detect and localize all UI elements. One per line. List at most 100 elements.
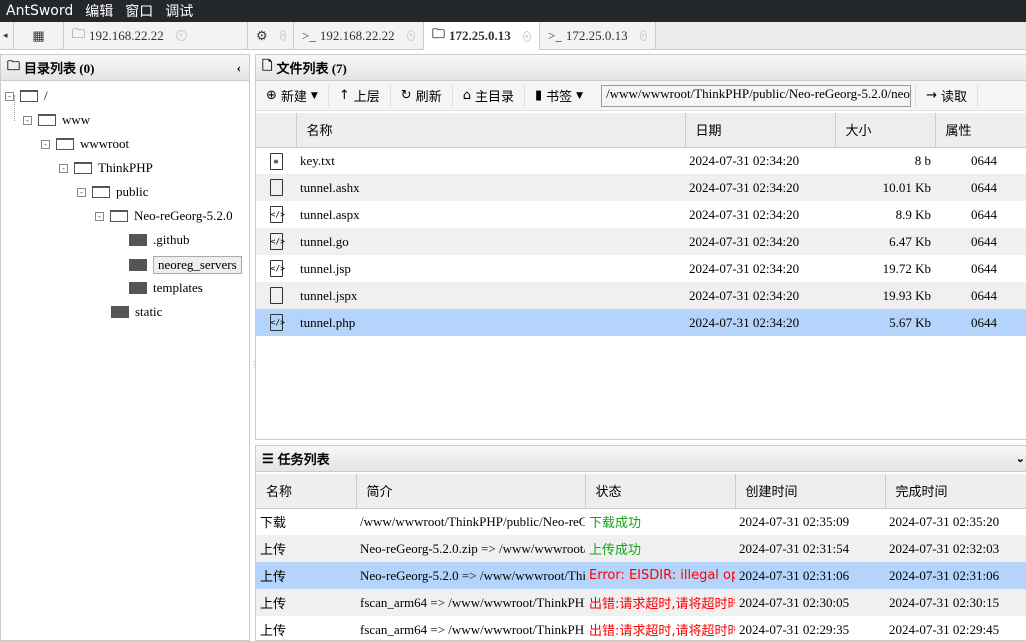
task-status: 出错:请求超时,请将超时时间 xyxy=(585,589,735,616)
task-desc: Neo-reGeorg-5.2.0 => /www/wwwroot/ThinkP… xyxy=(356,562,585,589)
task-status: 下载成功 xyxy=(589,516,642,532)
file-row[interactable]: </> tunnel.go 2024-07-31 02:34:20 6.47 K… xyxy=(256,228,1026,255)
task-panel: ☰ 任务列表 ⌄ 名称 简介 状态 创建时间 完成时间 下载 /www/wwwroo… xyxy=(255,445,1026,641)
file-perm: 0644 xyxy=(935,228,1026,255)
tab-home[interactable]: ▦ xyxy=(14,22,64,49)
tab-bar: ◂ ▦ 🗀 192.168.22.22 × ⚙ × >_ 192.168.22.22 × … xyxy=(0,22,1026,50)
folder-icon: 🗀 xyxy=(432,26,446,41)
collapse-button[interactable]: ‹ xyxy=(237,60,241,76)
file-name: tunnel.php xyxy=(296,309,685,336)
menu-edit[interactable]: 编辑 xyxy=(79,1,119,21)
task-created: 2024-07-31 02:29:35 xyxy=(739,621,850,637)
tab-terminal-172[interactable]: >_ 172.25.0.13 × xyxy=(540,22,656,49)
tab-label: 172.25.0.13 xyxy=(449,28,511,43)
tree-label: static xyxy=(135,304,163,319)
tree-node-neoreg-servers[interactable]: neoreg_servers xyxy=(129,256,242,274)
tree-node-github[interactable]: .github xyxy=(129,232,189,248)
bookmark-button[interactable]: ▮ 书签 ▼ xyxy=(525,86,593,106)
folder-open-icon xyxy=(92,186,110,198)
tree-node-templates[interactable]: templates xyxy=(129,280,203,296)
menu-window[interactable]: 窗口 xyxy=(119,1,159,21)
column-size[interactable]: 大小 xyxy=(835,113,936,148)
file-name: tunnel.jsp xyxy=(300,260,351,276)
refresh-icon: ↻ xyxy=(400,88,412,103)
task-row[interactable]: 下载 /www/wwwroot/ThinkPHP/public/Neo-reGe… xyxy=(256,508,1026,535)
tree-node-neoregeorg[interactable]: - Neo-reGeorg-5.2.0 xyxy=(95,208,233,224)
file-row[interactable]: tunnel.ashx 2024-07-31 02:34:20 10.01 Kb… xyxy=(256,174,1026,201)
home-button[interactable]: ⌂ 主目录 xyxy=(453,85,525,106)
task-row[interactable]: 上传 Neo-reGeorg-5.2.0 => /www/wwwroot/Thi… xyxy=(256,562,1026,589)
column-date[interactable]: 日期 xyxy=(685,113,836,148)
file-size: 6.47 Kb xyxy=(835,228,935,255)
tree-node-thinkphp[interactable]: - ThinkPHP xyxy=(59,160,153,176)
task-created: 2024-07-31 02:31:54 xyxy=(735,535,885,562)
button-label: 书签 xyxy=(546,90,573,105)
panel-title: 文件列表 (7) xyxy=(276,61,347,76)
folder-open-icon xyxy=(20,90,38,102)
tree-node-root[interactable]: - / xyxy=(5,88,48,104)
splitter-vertical[interactable]: ⋮ xyxy=(250,360,258,380)
file-perm: 0644 xyxy=(971,152,997,168)
tree-label: public xyxy=(116,184,149,199)
file-size: 19.72 Kb xyxy=(882,260,931,276)
code-file-icon: </> xyxy=(269,206,285,224)
read-button[interactable]: → 读取 xyxy=(915,85,978,106)
file-row[interactable]: ≡ key.txt 2024-07-31 02:34:20 8 b 0644 xyxy=(256,147,1026,174)
file-row[interactable]: tunnel.jspx 2024-07-31 02:34:20 19.93 Kb… xyxy=(256,282,1026,309)
tab-files-172[interactable]: 🗀 172.25.0.13 × xyxy=(424,22,540,50)
task-name: 上传 xyxy=(260,624,287,639)
task-row[interactable]: 上传 fscan_arm64 => /www/wwwroot/ThinkPHP … xyxy=(256,589,1026,616)
task-name: 下载 xyxy=(260,516,287,532)
caret-down-icon: ▼ xyxy=(576,90,584,101)
path-input[interactable]: /www/wwwroot/ThinkPHP/public/Neo-reGeorg… xyxy=(601,84,912,107)
file-name: tunnel.ashx xyxy=(296,174,685,201)
code-file-icon: </> xyxy=(269,233,285,251)
refresh-button[interactable]: ↻ 刷新 xyxy=(391,85,453,106)
tab-settings[interactable]: ⚙ × xyxy=(248,22,294,49)
column-name[interactable]: 名称 xyxy=(296,113,686,148)
folder-icon xyxy=(111,306,129,318)
menu-debug[interactable]: 调试 xyxy=(159,1,199,21)
tree-node-wwwroot[interactable]: - wwwroot xyxy=(41,136,129,152)
panel-title: 目录列表 (0) xyxy=(24,61,95,76)
close-icon[interactable]: × xyxy=(522,30,531,42)
close-icon[interactable]: × xyxy=(406,30,415,41)
task-row[interactable]: 上传 fscan_arm64 => /www/wwwroot/ThinkPHP … xyxy=(256,616,1026,640)
new-button[interactable]: ⊕ 新建 ▼ xyxy=(256,85,329,106)
task-table: 名称 简介 状态 创建时间 完成时间 下载 /www/wwwroot/Think… xyxy=(256,474,1026,640)
tree-node-www[interactable]: - www xyxy=(23,112,90,128)
up-button[interactable]: ↑ 上层 xyxy=(329,85,391,106)
tree-node-public[interactable]: - public xyxy=(77,184,149,200)
task-row[interactable]: 上传 Neo-reGeorg-5.2.0.zip => /www/wwwroot… xyxy=(256,535,1026,562)
column-created[interactable]: 创建时间 xyxy=(735,474,886,509)
file-icon xyxy=(269,179,283,197)
column-icon xyxy=(256,113,297,148)
tree-label: .github xyxy=(153,232,190,247)
file-row[interactable]: </> tunnel.aspx 2024-07-31 02:34:20 8.9 … xyxy=(256,201,1026,228)
folder-icon xyxy=(129,234,147,246)
file-row[interactable]: </> tunnel.php 2024-07-31 02:34:20 5.67 … xyxy=(256,309,1026,336)
tree-node-static[interactable]: static xyxy=(111,304,162,320)
tab-scroll-left-button[interactable]: ◂ xyxy=(0,22,14,49)
column-perm[interactable]: 属性 xyxy=(935,113,1026,148)
close-icon[interactable]: × xyxy=(279,30,287,41)
task-done: 2024-07-31 02:29:45 xyxy=(889,621,1000,637)
folder-icon xyxy=(129,282,147,294)
close-icon[interactable]: × xyxy=(175,30,187,41)
close-icon[interactable]: × xyxy=(639,30,647,41)
file-row[interactable]: </> tunnel.jsp 2024-07-31 02:34:20 19.72… xyxy=(256,255,1026,282)
folder-open-icon xyxy=(38,114,56,126)
column-name[interactable]: 名称 xyxy=(256,474,357,509)
app-name[interactable]: AntSword xyxy=(0,3,79,19)
tab-files-192[interactable]: 🗀 192.168.22.22 × xyxy=(64,22,248,49)
button-label: 刷新 xyxy=(415,90,442,105)
column-status[interactable]: 状态 xyxy=(585,474,736,509)
column-done[interactable]: 完成时间 xyxy=(885,474,1026,509)
chevron-down-icon[interactable]: ⌄ xyxy=(1016,452,1025,465)
task-name: 上传 xyxy=(256,589,356,616)
column-desc[interactable]: 简介 xyxy=(356,474,586,509)
tab-label: 192.168.22.22 xyxy=(319,27,395,43)
tab-terminal-192[interactable]: >_ 192.168.22.22 × xyxy=(294,22,424,49)
code-file-icon: </> xyxy=(269,260,285,278)
file-name: tunnel.aspx xyxy=(300,206,360,222)
